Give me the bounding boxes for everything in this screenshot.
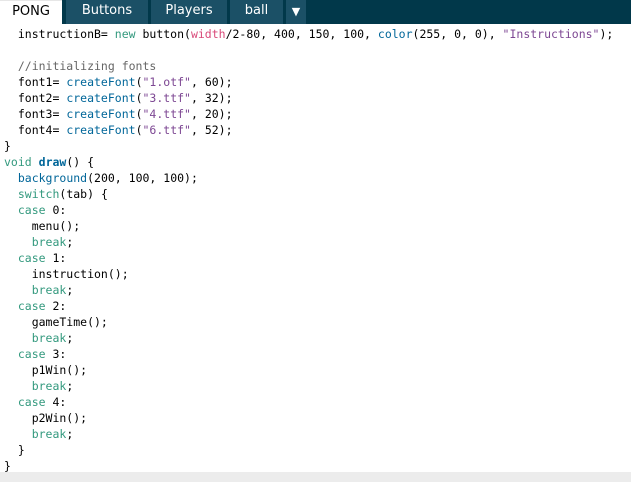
code-line: background(200, 100, 100); (17, 171, 198, 185)
code-line: font3= createFont("4.ttf", 20); (4, 107, 233, 121)
horizontal-scrollbar[interactable] (0, 472, 631, 482)
code-editor[interactable]: instructionB= new button(width/2-80, 400… (0, 24, 631, 473)
sketch-tab-bar: PONG Buttons Players ball ▼ (0, 0, 631, 24)
code-line: case 1: (17, 251, 67, 265)
code-line: break; (31, 427, 74, 441)
code-line: } (4, 139, 11, 153)
code-line: void draw() { (4, 155, 95, 169)
code-line: break; (31, 331, 74, 345)
code-line: case 0: (17, 203, 67, 217)
processing-ide-window: PONG Buttons Players ball ▼ instructionB… (0, 0, 631, 482)
code-line: font2= createFont("3.ttf", 32); (4, 91, 233, 105)
code-line: //initializing fonts (4, 59, 157, 73)
tab-pong[interactable]: PONG (0, 0, 62, 24)
code-line: gameTime(); (4, 315, 108, 329)
code-line: break; (31, 379, 74, 393)
code-line: break; (31, 235, 74, 249)
code-line: instruction(); (4, 267, 129, 281)
code-line: p1Win(); (4, 363, 88, 377)
tab-players[interactable]: Players (151, 0, 227, 24)
code-line: switch(tab) { (17, 187, 108, 201)
code-line: font4= createFont("6.ttf", 52); (4, 123, 233, 137)
code-line: p2Win(); (4, 411, 88, 425)
code-line: menu(); (4, 219, 81, 233)
code-line: case 4: (17, 395, 67, 409)
tab-buttons[interactable]: Buttons (66, 0, 148, 24)
code-line: case 3: (17, 347, 67, 361)
code-line: case 2: (17, 299, 67, 313)
code-line: font1= createFont("1.otf", 60); (4, 75, 233, 89)
code-line: break; (31, 283, 74, 297)
tab-ball[interactable]: ball (230, 0, 283, 24)
code-line: } (4, 443, 25, 457)
code-line: instructionB= new button(width/2-80, 400… (4, 27, 614, 41)
tab-menu-arrow-icon[interactable]: ▼ (286, 0, 306, 24)
